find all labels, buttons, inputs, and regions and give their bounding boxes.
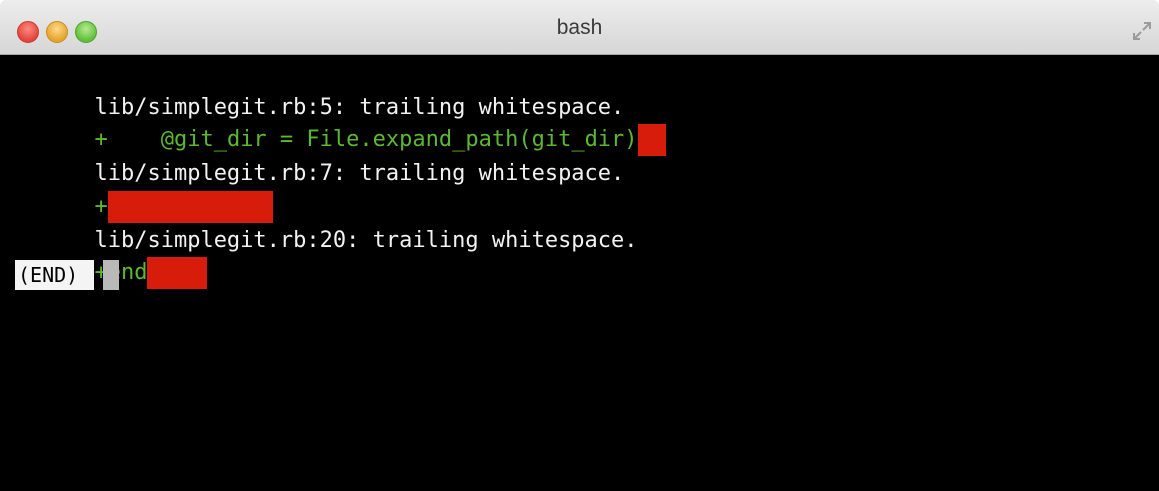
window-title: bash — [556, 16, 603, 39]
output-line: lib/simplegit.rb:20: trailing whitespace… — [15, 193, 637, 253]
diff-added-line: + @git_dir = File.expand_path(git_dir) — [15, 92, 666, 156]
trailing-whitespace-highlight — [637, 124, 666, 156]
output-line: lib/simplegit.rb:7: trailing whitespace. — [15, 126, 624, 186]
diff-added-line: + — [15, 159, 273, 223]
output-line: lib/simplegit.rb:5: trailing whitespace. — [15, 60, 624, 120]
title-bar[interactable]: bash — [0, 0, 1159, 55]
fullscreen-arrows-icon[interactable] — [1131, 20, 1153, 42]
trailing-whitespace-highlight — [147, 257, 208, 289]
pager-end-status: (END) — [15, 260, 95, 290]
terminal-output[interactable]: lib/simplegit.rb:5: trailing whitespace.… — [0, 55, 1159, 491]
terminal-window: bash lib/simplegit.rb:5: trailing whites… — [0, 0, 1159, 491]
diff-added-line: +end — [15, 225, 208, 289]
terminal-cursor — [103, 260, 119, 290]
